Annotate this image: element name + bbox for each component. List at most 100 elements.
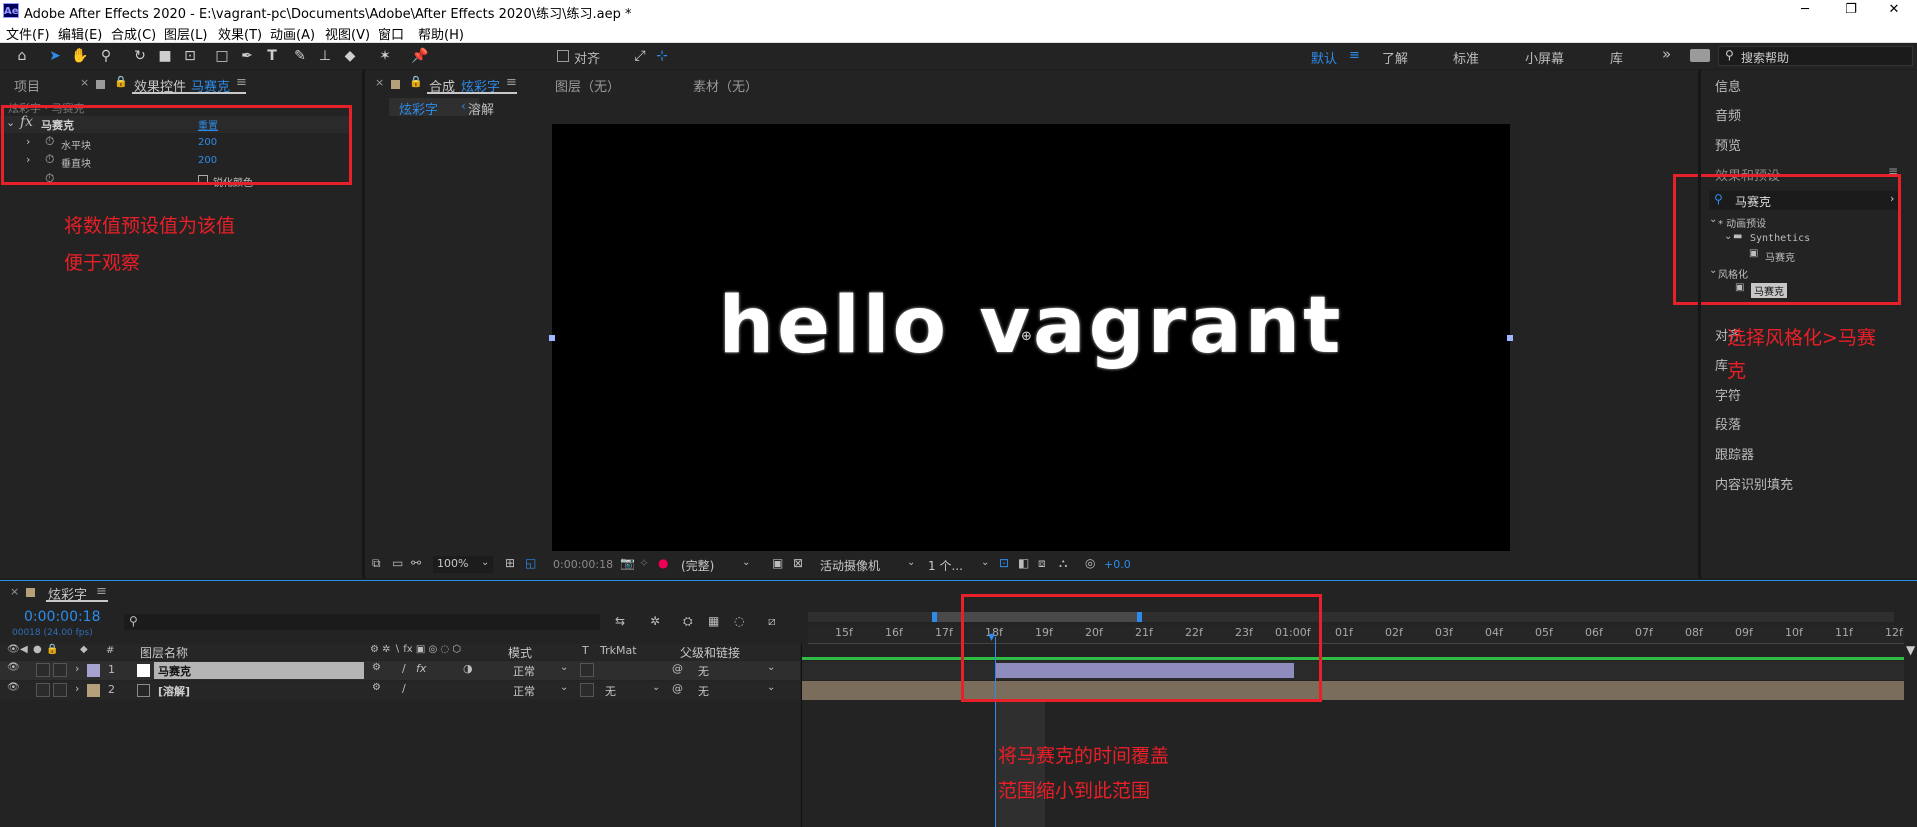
menu-composition[interactable]: 合成(C) xyxy=(111,24,156,43)
canvas-text-layer[interactable]: hello vagrant xyxy=(719,281,1344,371)
pixel-aspect-icon[interactable]: ⊡ xyxy=(999,556,1009,570)
shy-layers-icon[interactable]: ⛭ xyxy=(683,614,693,629)
maximize-button[interactable]: ❐ xyxy=(1828,0,1874,22)
zoom-dropdown[interactable]: 100% ⌄ xyxy=(433,556,493,573)
workspace-library[interactable]: 库 xyxy=(1610,48,1623,67)
always-preview-icon[interactable]: ⧉ xyxy=(372,556,381,571)
timeline-icon[interactable]: ⧈ xyxy=(1038,556,1046,571)
solo-switch[interactable] xyxy=(36,683,50,697)
pen-tool-icon[interactable]: ✒ xyxy=(237,47,257,65)
anchor-point-icon[interactable]: ⊕ xyxy=(1021,329,1032,344)
clone-stamp-tool-icon[interactable]: ⊥ xyxy=(315,47,335,65)
comp-marker-bin-icon[interactable]: ▼ xyxy=(1906,643,1915,657)
snap-target-icon[interactable]: ⊹ xyxy=(652,47,672,65)
lock-switch[interactable] xyxy=(53,683,67,697)
type-tool-icon[interactable]: T xyxy=(262,47,282,65)
preserve-transparency-switch[interactable] xyxy=(580,683,594,697)
quality-switch-icon[interactable]: ∕ xyxy=(402,682,406,695)
panel-splitter[interactable] xyxy=(362,70,365,578)
column-layer-name[interactable]: 图层名称 xyxy=(140,644,188,661)
viewer-timecode[interactable]: 0:00:00:18 xyxy=(553,558,613,571)
frame-blending-icon[interactable]: ▦ xyxy=(708,614,719,628)
layer-label-color[interactable] xyxy=(87,684,100,697)
expand-chevron-icon[interactable]: › xyxy=(75,682,79,695)
camera-tool-icon[interactable]: ■ xyxy=(155,47,175,65)
minimize-button[interactable]: ─ xyxy=(1782,0,1828,22)
comp-nav-active[interactable]: 炫彩字 ‹ xyxy=(389,98,479,118)
close-tab-icon[interactable]: × xyxy=(10,585,19,598)
brush-tool-icon[interactable]: ✎ xyxy=(290,47,310,65)
close-button[interactable]: ✕ xyxy=(1871,0,1917,22)
workspace-default[interactable]: 默认 xyxy=(1311,48,1337,67)
workspace-overflow-icon[interactable]: » xyxy=(1662,45,1671,63)
lock-icon[interactable]: 🔒 xyxy=(409,75,423,88)
parent-dropdown[interactable]: 无 ⌄ xyxy=(695,682,780,699)
views-dropdown[interactable]: 1 个... ⌄ xyxy=(925,556,995,573)
selection-tool-icon[interactable]: ➤ xyxy=(45,47,65,65)
quality-switch-icon[interactable]: ∕ xyxy=(402,662,406,675)
workspace-standard[interactable]: 标准 xyxy=(1453,48,1479,67)
panel-splitter[interactable] xyxy=(1698,70,1701,578)
column-trkmat[interactable]: TrkMat xyxy=(600,644,637,657)
work-area-start-handle[interactable] xyxy=(932,612,937,622)
layer-label-color[interactable] xyxy=(87,664,100,677)
menu-layer[interactable]: 图层(L) xyxy=(164,24,207,43)
rectangle-tool-icon[interactable]: □ xyxy=(212,47,232,65)
transform-handle[interactable] xyxy=(1507,335,1513,341)
pan-behind-tool-icon[interactable]: ⊡ xyxy=(180,47,200,65)
tab-footage[interactable]: 素材（无） xyxy=(693,76,758,95)
lock-icon[interactable]: 🔒 xyxy=(114,75,128,88)
menu-animation[interactable]: 动画(A) xyxy=(270,24,315,43)
workspace-default-menu-icon[interactable]: ≡ xyxy=(1349,48,1360,63)
column-mode[interactable]: 模式 xyxy=(508,644,532,661)
pick-whip-icon[interactable]: @ xyxy=(672,682,683,695)
comp-nav-dissolve[interactable]: 溶解 xyxy=(468,99,494,118)
eraser-tool-icon[interactable]: ◆ xyxy=(340,47,360,65)
composition-canvas[interactable]: hello vagrant ⊕ xyxy=(549,124,1513,551)
timeline-search-box[interactable]: ⚲ xyxy=(124,614,600,630)
video-eye-icon[interactable]: 👁 xyxy=(7,662,20,673)
mode-dropdown[interactable]: 正常 ⌄ xyxy=(508,662,573,679)
mode-dropdown[interactable]: 正常 ⌄ xyxy=(508,682,573,699)
workspace-small-screen[interactable]: 小屏幕 xyxy=(1525,48,1564,67)
layer-row-1[interactable]: 👁 › 1 马赛克 ⚙ ∕ fx ◑ 正常 ⌄ @ 无 ⌄ xyxy=(0,661,800,680)
preserve-transparency-switch[interactable] xyxy=(580,663,594,677)
shy-switch-icon[interactable]: ⚙ xyxy=(372,682,381,693)
workspace-learn[interactable]: 了解 xyxy=(1382,48,1408,67)
camera-dropdown[interactable]: 活动摄像机 ⌄ xyxy=(817,556,922,573)
tab-layer[interactable]: 图层（无） xyxy=(555,76,620,95)
display-icon[interactable]: ▭ xyxy=(392,556,403,570)
flowchart-icon[interactable]: ⛬ xyxy=(1059,556,1067,571)
draft-3d-icon[interactable]: ◧ xyxy=(1018,556,1029,570)
exposure-value[interactable]: +0.0 xyxy=(1104,558,1131,571)
pick-whip-icon[interactable]: @ xyxy=(672,662,683,675)
parent-dropdown[interactable]: 无 ⌄ xyxy=(695,662,780,679)
fx-switch-icon[interactable]: fx xyxy=(416,662,426,675)
close-tab-icon[interactable]: × xyxy=(80,76,89,89)
menu-edit[interactable]: 编辑(E) xyxy=(58,24,102,43)
motion-blur-switch-icon[interactable]: ◑ xyxy=(463,662,473,675)
panel-paragraph[interactable]: 段落 xyxy=(1715,414,1741,433)
column-parent[interactable]: 父级和链接 xyxy=(680,644,740,661)
layer-name-field[interactable]: 马赛克 xyxy=(154,662,364,679)
menu-file[interactable]: 文件(F) xyxy=(6,24,50,43)
menu-effect[interactable]: 效果(T) xyxy=(218,24,262,43)
fast-previews-icon[interactable]: ▣ xyxy=(772,556,783,570)
transform-handle[interactable] xyxy=(549,335,555,341)
snap-options-icon[interactable]: ⤢ xyxy=(630,47,650,65)
resolution-dropdown[interactable]: (完整) ⌄ xyxy=(678,556,756,573)
shy-switch-icon[interactable]: ⚙ xyxy=(372,662,381,673)
snapshot-icon[interactable]: 📷 xyxy=(620,556,635,570)
puppet-tool-icon[interactable]: 📌 xyxy=(410,47,430,65)
trkmat-dropdown[interactable]: 无 ⌄ xyxy=(600,682,665,699)
panel-content-aware-fill[interactable]: 内容识别填充 xyxy=(1715,474,1793,493)
help-search-box[interactable]: ⚲ 搜索帮助 xyxy=(1718,46,1913,66)
draft-3d-icon[interactable]: ✲ xyxy=(650,614,660,628)
panel-menu-icon[interactable]: ≡ xyxy=(236,75,247,90)
show-snapshot-icon[interactable]: ✧ xyxy=(639,556,649,570)
solo-switch[interactable] xyxy=(36,663,50,677)
snap-checkbox[interactable] xyxy=(557,50,569,62)
transparency-grid-icon[interactable]: ◱ xyxy=(525,556,536,570)
menu-window[interactable]: 窗口 xyxy=(378,24,404,43)
tab-project[interactable]: 项目 xyxy=(14,76,40,95)
